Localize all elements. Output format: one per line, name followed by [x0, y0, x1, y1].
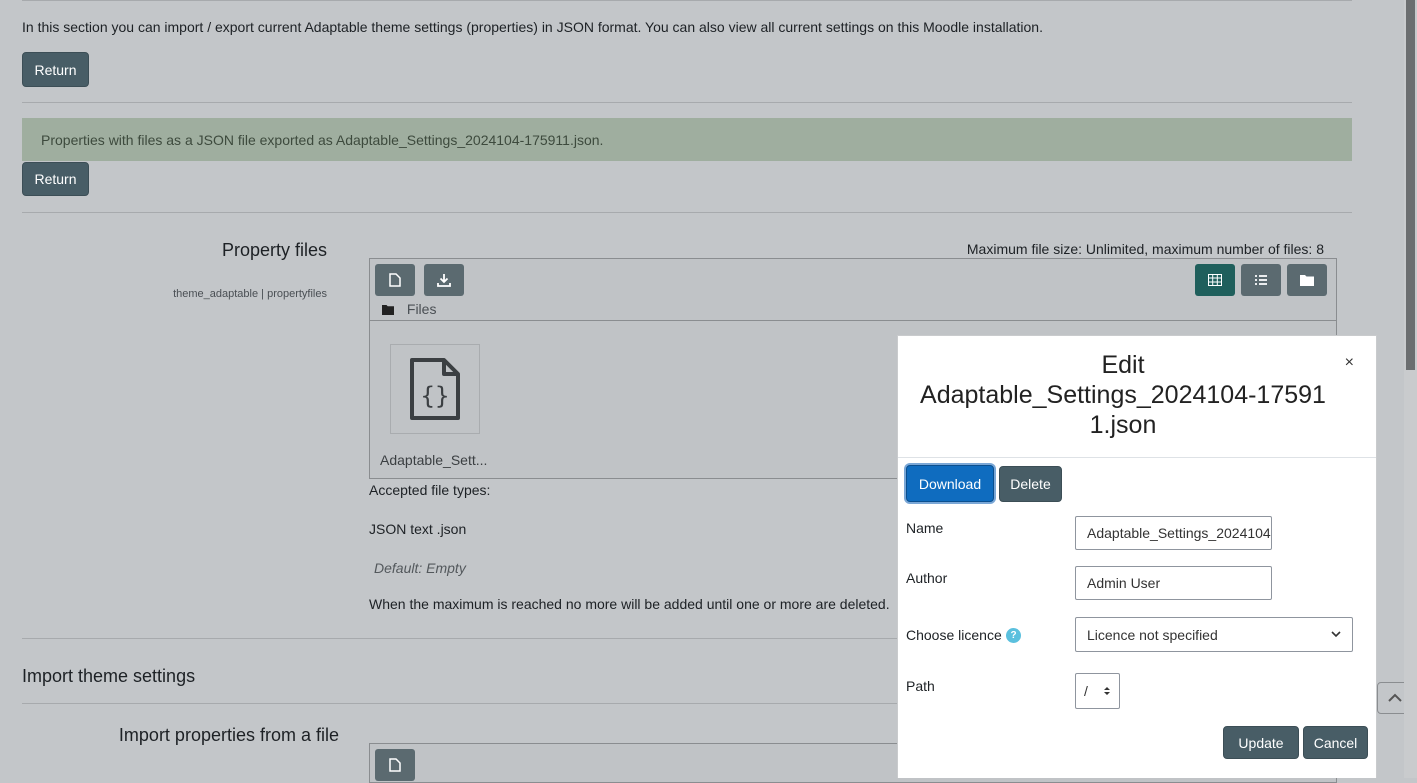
default-value: Default: Empty — [374, 560, 466, 576]
help-icon[interactable]: ? — [1006, 628, 1021, 643]
dialog-title-line: Edit — [1101, 351, 1145, 379]
success-alert: Properties with files as a JSON file exp… — [22, 118, 1352, 161]
sort-icon — [1104, 687, 1110, 695]
divider — [22, 102, 1352, 103]
svg-text:{}: {} — [421, 382, 450, 410]
download-button[interactable]: Download — [906, 465, 994, 502]
scrollbar[interactable] — [1404, 0, 1417, 778]
filepicker-toolbar: Files — [369, 258, 1337, 321]
folder-icon — [382, 305, 394, 315]
view-icons-button[interactable] — [1195, 264, 1235, 296]
json-file-icon: {} — [410, 358, 460, 420]
list-icon — [1255, 275, 1267, 285]
chevron-up-icon — [1387, 693, 1402, 702]
dialog-title-line: Adaptable_Settings_2024104-17591 — [920, 381, 1326, 409]
chevron-down-icon — [1331, 631, 1341, 638]
path-select[interactable]: / — [1075, 673, 1120, 709]
path-selected: / — [1084, 683, 1088, 699]
path-label: Path — [906, 678, 935, 694]
edit-file-dialog: Edit Adaptable_Settings_2024104-17591 1.… — [897, 335, 1377, 778]
import-file-title: Import properties from a file — [118, 725, 339, 745]
licence-select[interactable]: Licence not specified — [1075, 617, 1353, 652]
add-file-button-2[interactable] — [375, 749, 415, 781]
file-thumbnail[interactable]: {} — [390, 344, 480, 434]
name-label: Name — [906, 520, 944, 536]
file-icon — [389, 273, 401, 287]
setting-key: theme_adaptable | propertyfiles — [173, 288, 327, 300]
intro-text: In this section you can import / export … — [22, 19, 1043, 35]
breadcrumb: Files — [382, 301, 436, 317]
delete-button[interactable]: Delete — [999, 466, 1062, 502]
file-name[interactable]: Adaptable_Sett... — [380, 452, 487, 468]
accepted-type: JSON text .json — [369, 521, 467, 537]
section-heading: Import theme settings — [22, 666, 196, 686]
licence-label: Choose licence — [906, 627, 1002, 643]
divider — [22, 212, 1352, 213]
folder-icon — [1300, 275, 1314, 286]
grid-icon — [1208, 274, 1222, 286]
breadcrumb-files[interactable]: Files — [407, 301, 437, 317]
return-button-2[interactable]: Return — [22, 162, 89, 196]
download-all-button[interactable] — [424, 264, 464, 296]
cancel-button[interactable]: Cancel — [1303, 726, 1368, 759]
view-list-button[interactable] — [1241, 264, 1281, 296]
return-button[interactable]: Return — [22, 52, 89, 87]
dialog-title-line: 1.json — [1089, 411, 1157, 439]
dialog-divider — [898, 457, 1376, 458]
add-file-button[interactable] — [375, 264, 415, 296]
dialog-title: Edit Adaptable_Settings_2024104-17591 1.… — [898, 350, 1348, 440]
view-tree-button[interactable] — [1287, 264, 1327, 296]
setting-title: Property files — [221, 240, 327, 260]
author-label: Author — [906, 570, 948, 586]
licence-selected: Licence not specified — [1087, 626, 1218, 643]
max-note: When the maximum is reached no more will… — [369, 596, 890, 612]
close-icon[interactable]: × — [1345, 354, 1354, 372]
scrollbar-thumb[interactable] — [1406, 0, 1415, 370]
download-icon — [437, 274, 451, 287]
update-button[interactable]: Update — [1223, 726, 1299, 759]
divider — [22, 0, 1352, 1]
accepted-types-label: Accepted file types: — [369, 482, 491, 498]
max-file-info: Maximum file size: Unlimited, maximum nu… — [966, 241, 1324, 257]
author-field[interactable]: Admin User — [1075, 566, 1272, 600]
file-icon — [389, 758, 401, 772]
name-field[interactable]: Adaptable_Settings_2024104-175911.json — [1075, 516, 1272, 550]
alert-message: Properties with files as a JSON file exp… — [41, 131, 604, 148]
